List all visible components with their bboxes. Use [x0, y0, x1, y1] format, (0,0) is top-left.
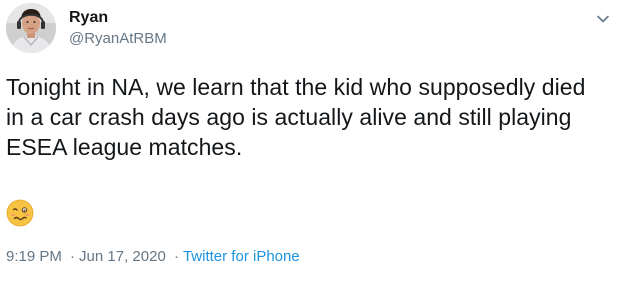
author-name[interactable]: Ryan — [69, 8, 108, 28]
tweet-source-link[interactable]: Twitter for iPhone — [183, 248, 300, 265]
tweet-time[interactable]: 9:19 PM — [6, 248, 62, 265]
meta-separator: · — [70, 248, 76, 265]
tweet-date[interactable]: Jun 17, 2020 — [79, 248, 166, 265]
tweet-meta: 9:19 PM · Jun 17, 2020 · Twitter for iPhon… — [6, 247, 300, 267]
tweet-text: Tonight in NA, we learn that the kid who… — [6, 74, 586, 160]
profile-photo-icon — [6, 3, 56, 53]
avatar[interactable] — [6, 3, 56, 53]
woozy-face-icon — [6, 199, 34, 227]
chevron-down-icon[interactable] — [592, 8, 614, 30]
author-handle[interactable]: @RyanAtRBM — [69, 29, 167, 49]
meta-separator: · — [173, 248, 179, 265]
tweet-card: Ryan @RyanAtRBM Tonight in NA, we learn … — [0, 0, 620, 284]
